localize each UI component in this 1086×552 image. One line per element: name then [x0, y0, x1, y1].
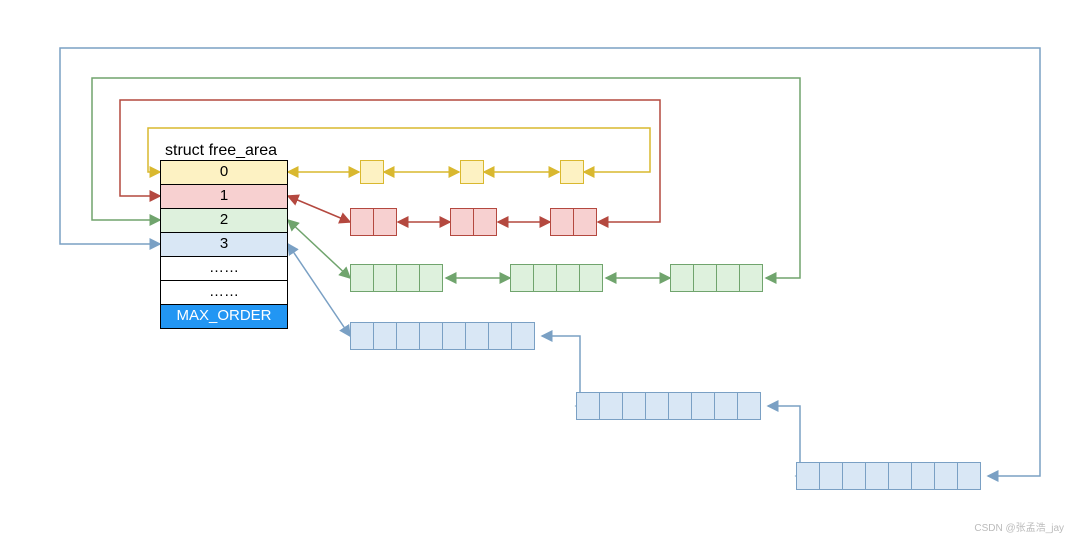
order-0-row: 0: [161, 161, 287, 185]
order-3-row: 3: [161, 233, 287, 257]
order-1-row: 1: [161, 185, 287, 209]
order2-block: [510, 264, 603, 292]
order-dots-row: ……: [161, 281, 287, 305]
order3-block: [576, 392, 761, 420]
free-area-table: 0 1 2 3 …… …… MAX_ORDER: [160, 160, 288, 329]
order3-block: [796, 462, 981, 490]
order3-block: [350, 322, 535, 350]
max-order-row: MAX_ORDER: [161, 305, 287, 329]
order-2-row: 2: [161, 209, 287, 233]
order1-block: [450, 208, 497, 236]
order0-block: [560, 160, 584, 184]
order-dots-row: ……: [161, 257, 287, 281]
order2-block: [670, 264, 763, 292]
order2-block: [350, 264, 443, 292]
order0-block: [460, 160, 484, 184]
order0-block: [360, 160, 384, 184]
order1-block: [550, 208, 597, 236]
struct-label: struct free_area: [165, 142, 277, 160]
order1-block: [350, 208, 397, 236]
watermark: CSDN @张孟浩_jay: [974, 519, 1064, 534]
